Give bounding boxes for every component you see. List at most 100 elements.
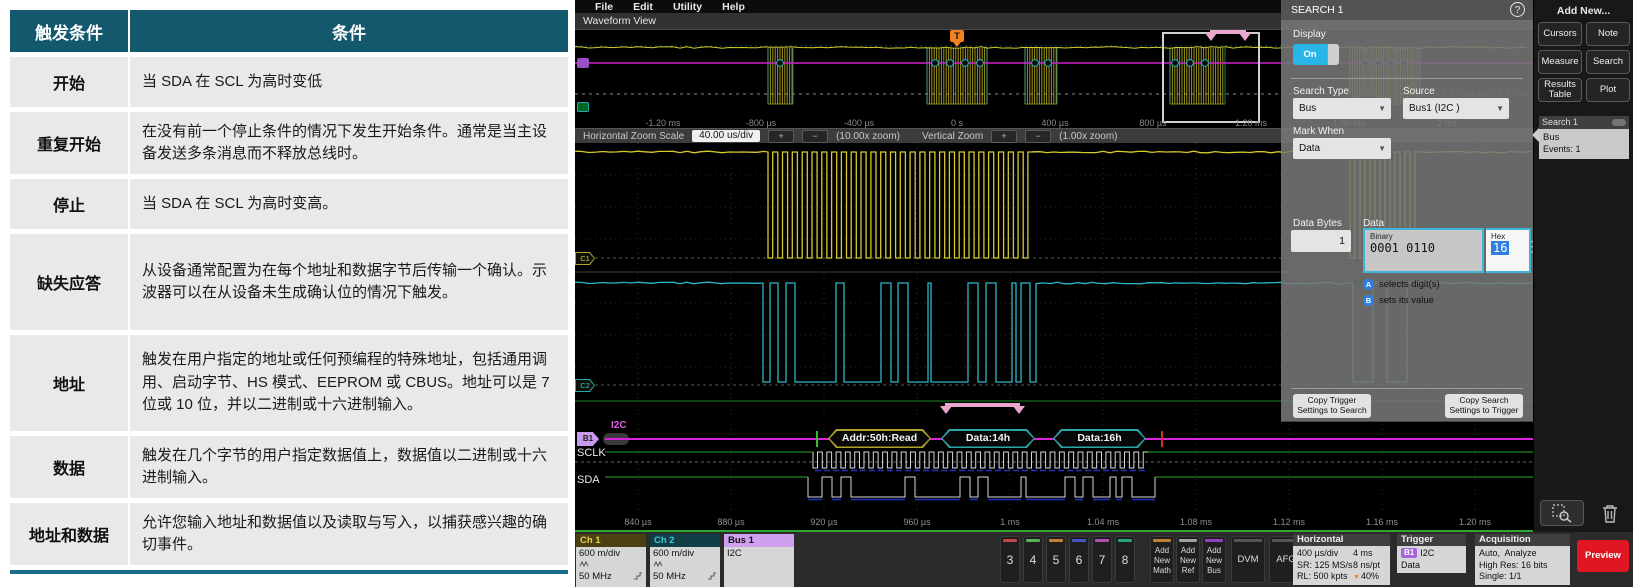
toggle-knob-icon <box>1327 44 1339 65</box>
sclk-label: SCLK <box>577 447 606 459</box>
trigger-badge[interactable]: Trigger B1I2C Data <box>1397 534 1466 573</box>
data-bytes-label: Data Bytes <box>1293 218 1342 229</box>
search1-toggle-icon[interactable] <box>1612 119 1626 126</box>
add-plot-button[interactable]: Plot <box>1586 78 1630 102</box>
vertical-zoom-plus-button[interactable]: + <box>991 130 1017 143</box>
add-new-math-button[interactable]: Add New Math <box>1150 536 1174 583</box>
ch1-scale: 600 m/div <box>579 549 643 560</box>
acquisition-badge[interactable]: Acquisition Auto, AnalyzeHigh Res: 16 bi… <box>1475 534 1570 585</box>
display-toggle[interactable]: On <box>1293 44 1339 65</box>
menu-item-file[interactable]: File <box>595 1 613 13</box>
horizontal-zoom-scale-label: Horizontal Zoom Scale <box>583 131 684 142</box>
vertical-zoom-minus-button[interactable]: − <box>1025 130 1051 143</box>
knob-a-icon: A <box>1363 279 1374 290</box>
horizontal-setting: 4 ms <box>1353 548 1386 560</box>
horizontal-row: SR: 125 MS/s8 ns/pt <box>1297 560 1386 572</box>
time-tick: 840 µs <box>624 517 651 527</box>
binary-label: Binary <box>1365 230 1482 241</box>
table-row: 停止当 SDA 在 SCL 为高时变高。 <box>10 179 568 229</box>
row-trigger-label: 缺失应答 <box>10 234 128 330</box>
channel-5-button[interactable]: 5 <box>1046 536 1066 583</box>
channel-4-button[interactable]: 4 <box>1023 536 1043 583</box>
table-rows: 开始当 SDA 在 SCL 为高时变低重复开始在没有前一个停止条件的情况下发生开… <box>10 57 568 565</box>
overview-tick: -1.20 ms <box>645 118 680 128</box>
ch1-badge[interactable]: Ch 1 600 m/div 50 MHz <box>576 534 646 587</box>
search1-panel-title[interactable]: SEARCH 1 <box>1281 0 1533 20</box>
add-new-bus-button[interactable]: Add New Bus <box>1202 536 1226 583</box>
overview-tick: 1.20 ms <box>1235 118 1267 128</box>
search1-type: Bus <box>1543 132 1625 144</box>
add-button-label: Add New Bus <box>1203 546 1225 576</box>
copy-search-to-trigger-button[interactable]: Copy Search Settings to Trigger <box>1445 394 1523 418</box>
ch1-reference-marker[interactable]: C1 <box>575 252 595 265</box>
channel-7-button[interactable]: 7 <box>1092 536 1112 583</box>
horizontal-zoom-factor: (10.00x zoom) <box>836 131 900 142</box>
menu-item-utility[interactable]: Utility <box>673 1 702 13</box>
add-measure-button[interactable]: Measure <box>1538 50 1582 74</box>
add-color-stripe <box>1153 539 1171 542</box>
table-row: 重复开始在没有前一个停止条件的情况下发生开始条件。通常是当主设备发送多条消息而不… <box>10 112 568 174</box>
delete-button[interactable] <box>1592 500 1628 526</box>
add-results-table-button[interactable]: Results Table <box>1538 78 1582 102</box>
horizontal-setting: RL: 500 kpts <box>1297 571 1353 583</box>
panel-divider <box>1291 388 1523 389</box>
oscilloscope-app: FileEditUtilityHelp Waveform View T -1.2… <box>575 0 1633 587</box>
vertical-zoom-factor: (1.00x zoom) <box>1059 131 1117 142</box>
bus-marker-overview <box>577 58 589 68</box>
packet-text: Addr:50h:Read <box>828 429 931 448</box>
ch1-bandwidth: 50 MHz <box>579 572 643 583</box>
time-tick: 1.08 ms <box>1180 517 1212 527</box>
ch2-settings: 600 m/div 50 MHz <box>650 547 720 587</box>
channel-number: 6 <box>1070 537 1088 582</box>
horizontal-badge[interactable]: Horizontal 400 µs/div4 msSR: 125 MS/s8 n… <box>1293 534 1390 585</box>
source-select[interactable]: Bus1 (I2C )▼ <box>1403 98 1509 119</box>
horizontal-zoom-scale-value[interactable]: 40.00 us/div <box>692 130 760 142</box>
table-row: 缺失应答从设备通常配置为在每个地址和数据字节后传输一个确认。示波器可以在从设备未… <box>10 234 568 330</box>
overview-tick: 800 µs <box>1139 118 1166 128</box>
add-cursors-button[interactable]: Cursors <box>1538 22 1582 46</box>
ch2-badge[interactable]: Ch 2 600 m/div 50 MHz <box>650 534 720 587</box>
display-label: Display <box>1293 29 1326 40</box>
preview-button[interactable]: Preview <box>1577 540 1629 572</box>
time-tick: 880 µs <box>717 517 744 527</box>
binary-data-input[interactable]: Binary 0001 0110 <box>1363 228 1484 273</box>
overview-tick: 0 s <box>951 118 963 128</box>
menu-item-edit[interactable]: Edit <box>633 1 653 13</box>
screenshot-stage: 触发条件 条件 开始当 SDA 在 SCL 为高时变低重复开始在没有前一个停止条… <box>0 0 1633 587</box>
mark-when-select[interactable]: Data▼ <box>1293 138 1391 159</box>
vertical-zoom-label: Vertical Zoom <box>922 131 983 142</box>
channel-8-button[interactable]: 8 <box>1115 536 1135 583</box>
hex-label: Hex <box>1486 230 1529 241</box>
channel-6-button[interactable]: 6 <box>1069 536 1089 583</box>
menu-item-help[interactable]: Help <box>722 1 745 13</box>
search-result-bracket-icon <box>940 403 1025 415</box>
help-icon[interactable]: ? <box>1510 2 1525 17</box>
trigger-position-icon[interactable]: T <box>950 30 964 42</box>
add-new-ref-button[interactable]: Add New Ref <box>1176 536 1200 583</box>
dvm-button[interactable]: DVM <box>1231 536 1265 583</box>
zoom-region-box[interactable] <box>1162 32 1260 123</box>
data-bytes-input[interactable]: 1 <box>1291 230 1351 252</box>
ch1-coupling-icon <box>579 560 589 568</box>
horizontal-zoom-plus-button[interactable]: + <box>768 130 794 143</box>
results-sidebar: Add New... CursorsNoteMeasureSearchResul… <box>1533 0 1633 532</box>
add-search-button[interactable]: Search <box>1586 50 1630 74</box>
trash-icon <box>1601 503 1619 524</box>
channel-3-button[interactable]: 3 <box>1000 536 1020 583</box>
search1-result-badge[interactable]: Search 1 Bus Events: 1 <box>1539 116 1629 159</box>
search-type-label: Search Type <box>1293 86 1349 97</box>
copy-trigger-to-search-button[interactable]: Copy Trigger Settings to Search <box>1293 394 1371 418</box>
panel-drag-handle[interactable]: ⋮ <box>1525 238 1539 255</box>
search-type-select[interactable]: Bus▼ <box>1293 98 1391 119</box>
bus1-badge-bottom[interactable]: Bus 1 I2C <box>724 534 794 587</box>
acquisition-settings: Auto, AnalyzeHigh Res: 16 bitsSingle: 1/… <box>1475 546 1570 585</box>
ch2-reference-marker[interactable]: C2 <box>575 379 595 392</box>
decode-packet: Data:16h <box>1053 429 1146 448</box>
add-note-button[interactable]: Note <box>1586 22 1630 46</box>
row-trigger-label: 数据 <box>10 436 128 498</box>
horizontal-zoom-minus-button[interactable]: − <box>802 130 828 143</box>
trigger-mode: Data <box>1401 560 1462 572</box>
time-tick: 1.16 ms <box>1366 517 1398 527</box>
zoom-select-button[interactable] <box>1540 500 1584 526</box>
row-condition-text: 触发在几个字节的用户指定数据值上，数据值以二进制或十六进制输入。 <box>130 436 568 498</box>
